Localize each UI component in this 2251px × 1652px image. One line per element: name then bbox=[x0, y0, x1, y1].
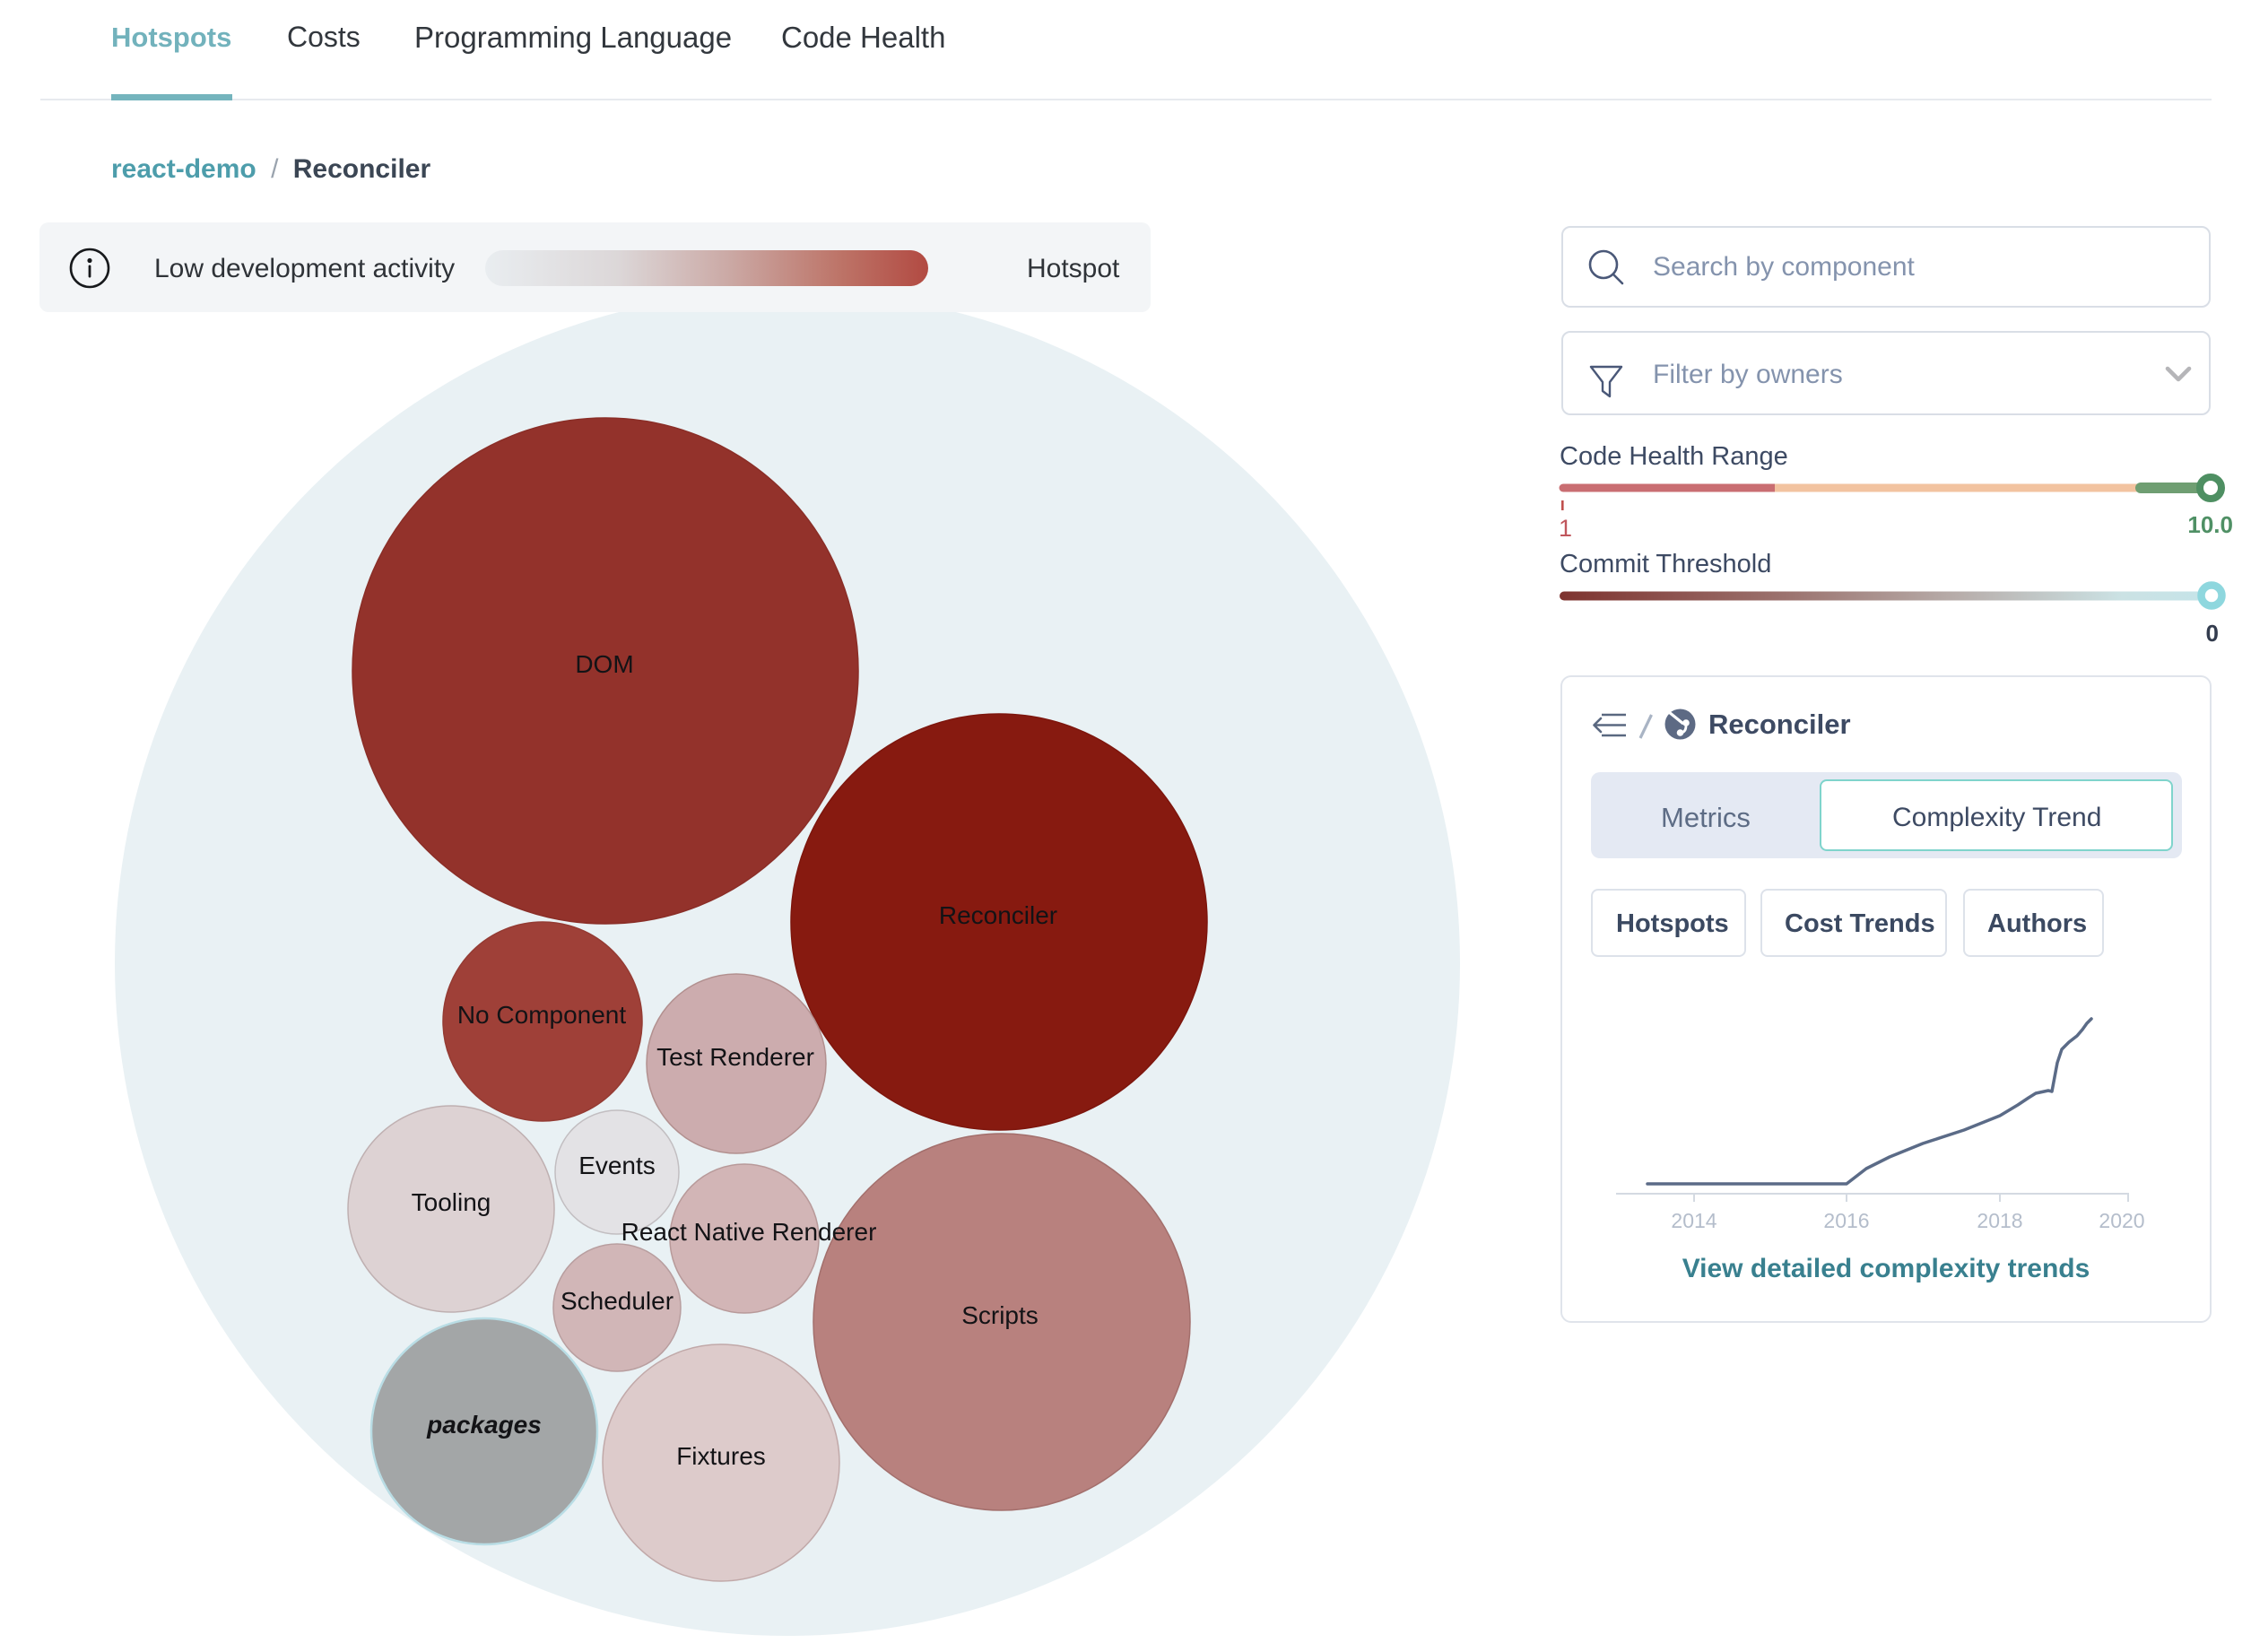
svg-text:Reconciler: Reconciler bbox=[939, 901, 1057, 929]
svg-text:Test Renderer: Test Renderer bbox=[656, 1043, 814, 1071]
svg-text:2020: 2020 bbox=[2099, 1209, 2144, 1232]
svg-text:2016: 2016 bbox=[1823, 1209, 1869, 1232]
svg-text:Scripts: Scripts bbox=[961, 1301, 1039, 1329]
svg-text:Fixtures: Fixtures bbox=[676, 1442, 766, 1470]
svg-text:10.0: 10.0 bbox=[2187, 511, 2233, 538]
svg-text:2018: 2018 bbox=[1977, 1209, 2022, 1232]
svg-text:No Component: No Component bbox=[457, 1001, 627, 1029]
svg-text:DOM: DOM bbox=[575, 650, 633, 678]
svg-text:0: 0 bbox=[2206, 620, 2219, 647]
svg-text:React Native Renderer: React Native Renderer bbox=[621, 1218, 877, 1246]
svg-text:2014: 2014 bbox=[1671, 1209, 1716, 1232]
svg-text:Scheduler: Scheduler bbox=[561, 1287, 674, 1315]
svg-text:1: 1 bbox=[1559, 515, 1572, 542]
svg-text:Tooling: Tooling bbox=[412, 1188, 491, 1216]
svg-text:packages: packages bbox=[426, 1411, 542, 1439]
svg-text:Events: Events bbox=[578, 1152, 656, 1179]
